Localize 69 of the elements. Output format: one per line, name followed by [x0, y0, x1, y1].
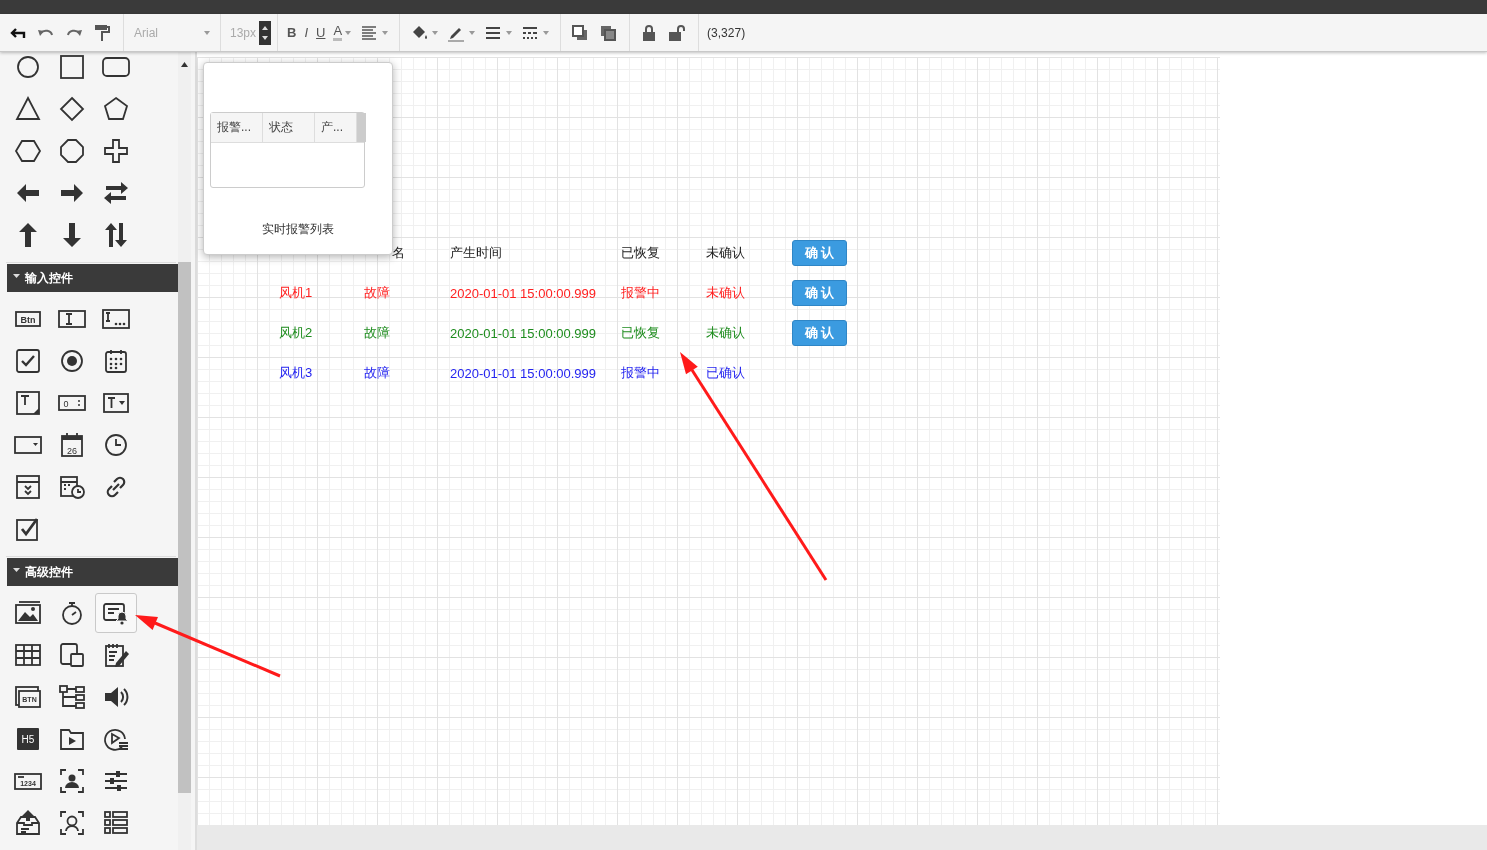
pentagon-icon — [102, 95, 130, 123]
face-scan-icon — [58, 809, 86, 837]
format-button[interactable]: I — [301, 19, 312, 46]
format-button[interactable]: B — [284, 19, 300, 46]
table-cell: 已恢复 — [621, 244, 660, 262]
table-cell: 名 — [392, 244, 405, 262]
list-icon — [102, 809, 130, 837]
table-cell: 未确认 — [706, 284, 745, 302]
cross-icon — [102, 137, 130, 165]
table-cell: 未确认 — [706, 244, 745, 262]
hexagon-icon — [14, 137, 42, 165]
inbox-upload-icon — [14, 809, 42, 837]
spinner-icon[interactable] — [259, 20, 272, 45]
text-box-icon — [14, 389, 42, 417]
format-button[interactable]: U — [313, 19, 329, 46]
section-header[interactable]: 输入控件 — [7, 264, 180, 292]
scrollbar-thumb[interactable] — [178, 262, 191, 793]
clock-icon — [102, 431, 130, 459]
calendar-clock-icon — [58, 473, 86, 501]
archive-icon — [14, 473, 42, 501]
format-button[interactable]: A — [330, 19, 355, 46]
scroll-up-icon[interactable] — [181, 62, 188, 67]
image-icon — [14, 599, 42, 627]
section-header[interactable]: 高级控件 — [7, 558, 180, 586]
up-down-arrows-icon — [102, 221, 130, 249]
palette-item[interactable]: 0 — [51, 383, 93, 423]
tree-icon — [58, 683, 86, 711]
column-header: 状态 — [263, 113, 315, 142]
palette-item[interactable]: Btn — [7, 299, 49, 339]
table-cell: 风机1 — [279, 284, 313, 302]
diamond-icon — [58, 95, 86, 123]
checkbox-icon — [14, 347, 42, 375]
table-cell: 2020-01-01 15:00:00.999 — [450, 285, 596, 301]
palette-item[interactable]: 26 — [51, 425, 93, 465]
section-title: 输入控件 — [25, 269, 73, 287]
coordinates-text: (3,327) — [707, 25, 746, 40]
table-cell: 故障 — [364, 284, 390, 302]
circle-icon — [14, 53, 42, 81]
palette-item[interactable] — [95, 593, 137, 633]
component-caption: 实时报警列表 — [261, 221, 334, 238]
table-cell: 风机2 — [279, 324, 313, 342]
table-cell: 未确认 — [706, 324, 745, 342]
table-cell: 报警中 — [621, 364, 660, 382]
octagon-icon — [58, 137, 86, 165]
swap-arrows-icon — [102, 179, 130, 207]
triangle-icon — [14, 95, 42, 123]
table-cell: 已确认 — [706, 364, 745, 382]
calendar-icon — [102, 347, 130, 375]
table-cell: 2020-01-01 15:00:00.999 — [450, 325, 596, 341]
table-cell: 故障 — [364, 324, 390, 342]
table-cell: 报警中 — [621, 284, 660, 302]
table-cell: 风机3 — [279, 364, 313, 382]
person-frame-icon — [58, 767, 86, 795]
table-cell: 2020-01-01 15:00:00.999 — [450, 365, 596, 381]
table-icon — [14, 641, 42, 669]
palette-item[interactable]: H5 — [7, 719, 49, 759]
layers-icon — [58, 641, 86, 669]
html5-icon: H5 — [14, 725, 42, 753]
table-cell: 产生时间 — [450, 244, 502, 262]
column-header: 报警... — [211, 113, 263, 142]
table-cell: 故障 — [364, 364, 390, 382]
notepad-icon — [102, 641, 130, 669]
scrollbar-thumb[interactable] — [357, 113, 366, 142]
section-title: 高级控件 — [25, 563, 73, 581]
square-icon — [58, 53, 86, 81]
table-cell: 已恢复 — [621, 324, 660, 342]
radio-icon — [58, 347, 86, 375]
unlock-icon — [667, 22, 688, 43]
paint-roller-icon — [92, 22, 112, 43]
